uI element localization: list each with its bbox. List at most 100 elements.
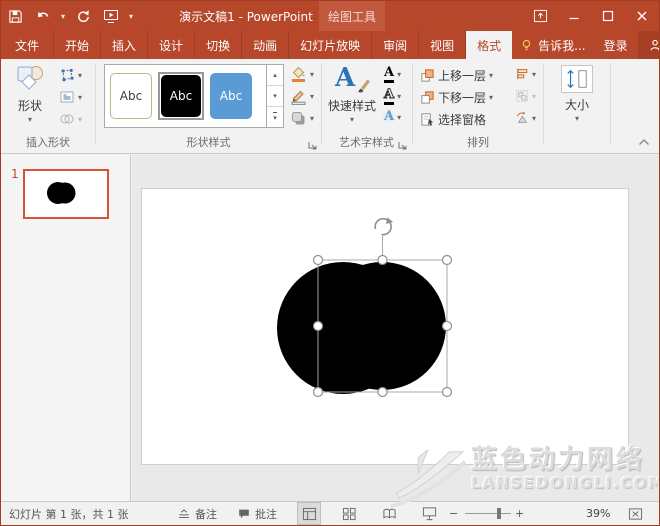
rotate-objects-dropdown: ▾ <box>532 114 536 123</box>
undo-button[interactable] <box>34 8 51 25</box>
wordart-dialog-launcher[interactable] <box>397 140 408 151</box>
tab-transitions[interactable]: 切换 <box>195 31 242 59</box>
resize-handle-top-left[interactable] <box>314 256 323 265</box>
text-outline-button[interactable]: A ▾ <box>384 88 401 105</box>
text-box-dropdown: ▾ <box>78 93 82 102</box>
gallery-more-button[interactable]: ▾ <box>267 107 283 127</box>
shape-style-option-3[interactable]: Abc <box>210 73 252 119</box>
text-effects-dropdown: ▾ <box>397 113 401 122</box>
save-button[interactable] <box>7 8 24 25</box>
edit-shape-icon <box>59 67 75 83</box>
black-merged-shape[interactable] <box>277 262 446 394</box>
tab-view[interactable]: 视图 <box>419 31 466 59</box>
collapse-ribbon-button[interactable] <box>637 137 651 147</box>
window-controls <box>523 1 659 31</box>
slide-canvas[interactable] <box>141 188 629 465</box>
collapse-ribbon-icon <box>638 138 650 146</box>
tab-design[interactable]: 设计 <box>148 31 195 59</box>
ribbon-display-options-button[interactable] <box>523 1 557 31</box>
comments-button[interactable]: 批注 <box>237 502 277 525</box>
slide-thumbnails-panel: 1 <box>1 155 131 501</box>
share-button[interactable]: 共享 <box>638 31 660 59</box>
group-size: 大小 ▾ <box>544 59 610 154</box>
resize-handle-middle-right[interactable] <box>443 322 452 331</box>
merge-shapes-icon <box>59 111 75 127</box>
gallery-scrollbar: ▴ ▾ ▾ <box>266 65 283 127</box>
tab-format-active[interactable]: 格式 <box>466 31 512 59</box>
undo-dropdown[interactable]: ▾ <box>61 12 65 21</box>
group-wordart-styles: A 快速样式 ▾ A ▾ A ▾ A ▾ 艺术字样式 <box>322 59 411 154</box>
quick-styles-icon: A <box>335 64 369 94</box>
workspace: 1 <box>1 155 659 501</box>
resize-handle-top-right[interactable] <box>443 256 452 265</box>
slideshow-view-button[interactable] <box>417 502 441 525</box>
customize-qat-dropdown[interactable]: ▾ <box>129 12 133 21</box>
zoom-in-button[interactable]: + <box>515 502 524 525</box>
selection-pane-button[interactable]: 选择窗格 <box>420 111 486 128</box>
text-fill-dropdown: ▾ <box>397 70 401 79</box>
notes-button[interactable]: 备注 <box>177 502 217 525</box>
group-insert-shapes: 形状 ▾ ▾ ▾ ▾ 插入形状 <box>1 59 95 154</box>
shape-style-option-2-selected[interactable]: Abc <box>158 72 204 120</box>
start-slideshow-button[interactable] <box>102 8 119 25</box>
bring-forward-label: 上移一层 <box>438 67 486 84</box>
resize-handle-top-middle[interactable] <box>378 256 387 265</box>
text-effects-button[interactable]: A ▾ <box>384 110 401 124</box>
align-objects-button[interactable]: ▾ <box>515 67 536 81</box>
normal-view-button[interactable] <box>297 502 321 525</box>
redo-button[interactable] <box>75 8 92 25</box>
size-button[interactable]: 大小 ▾ <box>552 65 602 123</box>
tab-file[interactable]: 文件 <box>1 31 54 59</box>
tell-me-button[interactable]: 告诉我... <box>512 31 593 59</box>
reading-view-button[interactable] <box>377 502 401 525</box>
size-icon-box <box>561 65 593 93</box>
gallery-scroll-up-button[interactable]: ▴ <box>267 65 283 86</box>
rotate-objects-button[interactable]: ▾ <box>515 111 536 125</box>
text-fill-icon: A <box>384 66 394 83</box>
sign-in-button[interactable]: 登录 <box>594 31 638 59</box>
zoom-slider-track[interactable] <box>465 513 511 514</box>
rotation-handle[interactable] <box>375 218 393 235</box>
tab-slideshow[interactable]: 幻灯片放映 <box>289 31 372 59</box>
gallery-scroll-down-button[interactable]: ▾ <box>267 86 283 107</box>
resize-handle-bottom-left[interactable] <box>314 388 323 397</box>
zoom-level[interactable]: 39% <box>586 502 660 525</box>
resize-handle-bottom-right[interactable] <box>443 388 452 397</box>
resize-handle-middle-left[interactable] <box>314 322 323 331</box>
shape-style-option-1[interactable]: Abc <box>110 73 152 119</box>
edit-shape-button[interactable]: ▾ <box>59 67 82 83</box>
brush-icon <box>353 76 371 94</box>
selection-pane-icon <box>420 112 435 127</box>
save-icon <box>8 9 23 24</box>
resize-handle-bottom-middle[interactable] <box>378 388 387 397</box>
shape-fill-button[interactable]: ▾ <box>290 66 314 83</box>
shape-effects-button[interactable]: ▾ <box>290 110 314 127</box>
zoom-slider-thumb[interactable] <box>497 508 501 519</box>
tab-home[interactable]: 开始 <box>54 31 101 59</box>
shape-styles-dialog-launcher[interactable] <box>307 140 318 151</box>
text-box-button[interactable]: ▾ <box>59 89 82 105</box>
shape-outline-button[interactable]: ▾ <box>290 88 314 105</box>
slide-thumbnail-1[interactable] <box>23 169 109 219</box>
maximize-button[interactable] <box>591 1 625 31</box>
group-label-arrange: 排列 <box>413 134 543 150</box>
tab-insert[interactable]: 插入 <box>101 31 148 59</box>
shapes-gallery-button[interactable]: 形状 ▾ <box>7 64 53 124</box>
tab-review[interactable]: 审阅 <box>372 31 419 59</box>
powerpoint-window: ▾ ▾ 演示文稿1 - PowerPoint 绘图工具 <box>0 0 660 526</box>
shape-style-option-2-swatch: Abc <box>161 75 201 117</box>
shape-outline-dropdown: ▾ <box>310 92 314 101</box>
text-fill-button[interactable]: A ▾ <box>384 66 401 83</box>
tab-animations[interactable]: 动画 <box>242 31 289 59</box>
send-backward-button[interactable]: 下移一层 ▾ <box>420 89 493 106</box>
merge-shapes-button[interactable]: ▾ <box>59 111 82 127</box>
group-arrange: 上移一层 ▾ 下移一层 ▾ 选择窗格 ▾ ▾ ▾ <box>413 59 543 154</box>
slide-sorter-view-button[interactable] <box>337 502 361 525</box>
zoom-out-button[interactable]: − <box>449 502 458 525</box>
group-objects-button[interactable]: ▾ <box>515 89 536 103</box>
send-backward-icon <box>420 90 435 105</box>
bring-forward-button[interactable]: 上移一层 ▾ <box>420 67 493 84</box>
quick-styles-button[interactable]: A 快速样式 ▾ <box>323 64 381 124</box>
close-button[interactable] <box>625 1 659 31</box>
minimize-button[interactable] <box>557 1 591 31</box>
